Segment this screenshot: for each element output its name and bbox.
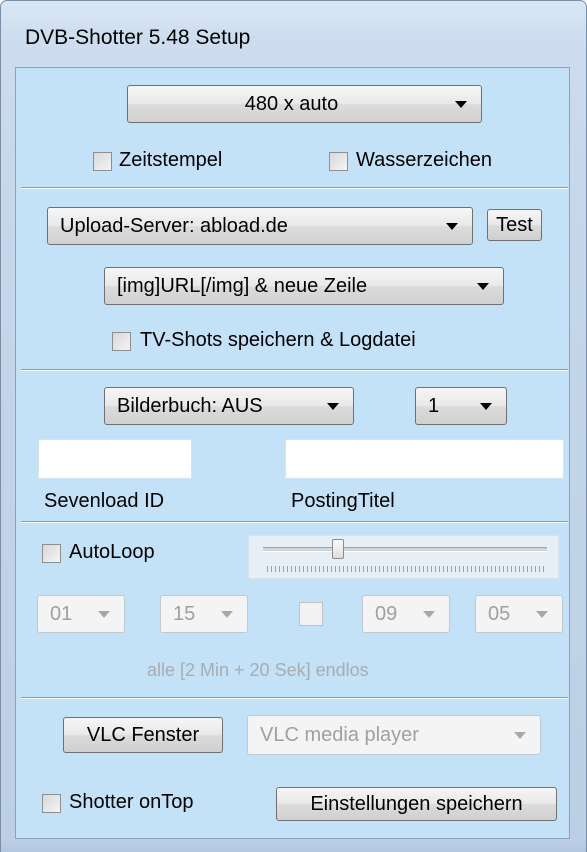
section-divider	[21, 369, 568, 371]
timestamp-label: Zeitstempel	[119, 149, 223, 171]
chevron-down-icon	[423, 610, 435, 618]
bilderbuch-value: Bilderbuch: AUS	[117, 394, 263, 417]
sevenload-id-label: Sevenload ID	[44, 490, 165, 512]
save-shots-checkbox[interactable]	[112, 332, 131, 351]
loop-hour-select[interactable]: 09	[362, 595, 450, 633]
loop-minutes-value: 01	[50, 602, 73, 625]
chevron-down-icon	[480, 402, 492, 410]
save-settings-button[interactable]: Einstellungen speichern	[276, 787, 557, 821]
window-title: DVB-Shotter 5.48 Setup	[25, 26, 251, 49]
watermark-checkbox[interactable]	[329, 152, 348, 171]
timestamp-checkbox[interactable]	[93, 152, 112, 171]
setup-window: DVB-Shotter 5.48 Setup 480 x auto Zeitst…	[0, 0, 587, 852]
save-shots-label: TV-Shots speichern & Logdatei	[140, 329, 416, 351]
chevron-down-icon	[514, 731, 526, 739]
posting-title-label: PostingTitel	[291, 490, 395, 512]
section-divider	[21, 521, 568, 523]
upload-server-value: Upload-Server: abload.de	[60, 214, 288, 237]
sevenload-id-input[interactable]	[38, 439, 192, 479]
loop-seconds-value: 15	[173, 602, 196, 625]
chevron-down-icon	[98, 610, 110, 618]
watermark-label: Wasserzeichen	[356, 149, 492, 171]
vlc-window-value: VLC media player	[260, 723, 419, 746]
post-format-select[interactable]: [img]URL[/img] & neue Zeile	[104, 267, 504, 305]
window-bottom-edge	[1, 839, 586, 852]
loop-schedule-checkbox[interactable]	[299, 602, 323, 626]
posting-title-input[interactable]	[285, 439, 564, 479]
chevron-down-icon	[455, 100, 467, 108]
loop-hour-value: 09	[375, 602, 398, 625]
chevron-down-icon	[327, 402, 339, 410]
test-button[interactable]: Test	[487, 209, 542, 241]
on-top-label: Shotter onTop	[69, 791, 194, 813]
bilderbuch-count-select[interactable]: 1	[415, 387, 507, 425]
upload-server-select[interactable]: Upload-Server: abload.de	[47, 207, 473, 245]
loop-minutes-select[interactable]: 01	[37, 595, 125, 633]
loop-status-text: alle [2 Min + 20 Sek] endlos	[147, 660, 369, 680]
slider-thumb[interactable]	[332, 539, 344, 559]
vlc-window-select[interactable]: VLC media player	[247, 715, 541, 755]
chevron-down-icon	[221, 610, 233, 618]
section-divider	[21, 697, 568, 699]
resolution-select[interactable]: 480 x auto	[127, 85, 482, 123]
slider-ticks	[267, 566, 545, 572]
loop-minute-select[interactable]: 05	[475, 595, 563, 633]
loop-minute-value: 05	[488, 602, 511, 625]
section-divider	[21, 187, 568, 189]
chevron-down-icon	[536, 610, 548, 618]
slider-track	[263, 547, 547, 552]
loop-seconds-select[interactable]: 15	[160, 595, 248, 633]
autoloop-label: AutoLoop	[69, 541, 155, 563]
vlc-window-button[interactable]: VLC Fenster	[63, 717, 223, 753]
chevron-down-icon	[477, 282, 489, 290]
bilderbuch-select[interactable]: Bilderbuch: AUS	[104, 387, 354, 425]
on-top-checkbox[interactable]	[42, 794, 61, 813]
chevron-down-icon	[446, 222, 458, 230]
autoloop-checkbox[interactable]	[42, 544, 61, 563]
autoloop-slider[interactable]	[248, 535, 559, 579]
resolution-select-value: 480 x auto	[244, 92, 339, 115]
post-format-value: [img]URL[/img] & neue Zeile	[117, 274, 368, 297]
bilderbuch-count-value: 1	[428, 394, 440, 417]
title-bar: DVB-Shotter 5.48 Setup	[1, 1, 586, 65]
